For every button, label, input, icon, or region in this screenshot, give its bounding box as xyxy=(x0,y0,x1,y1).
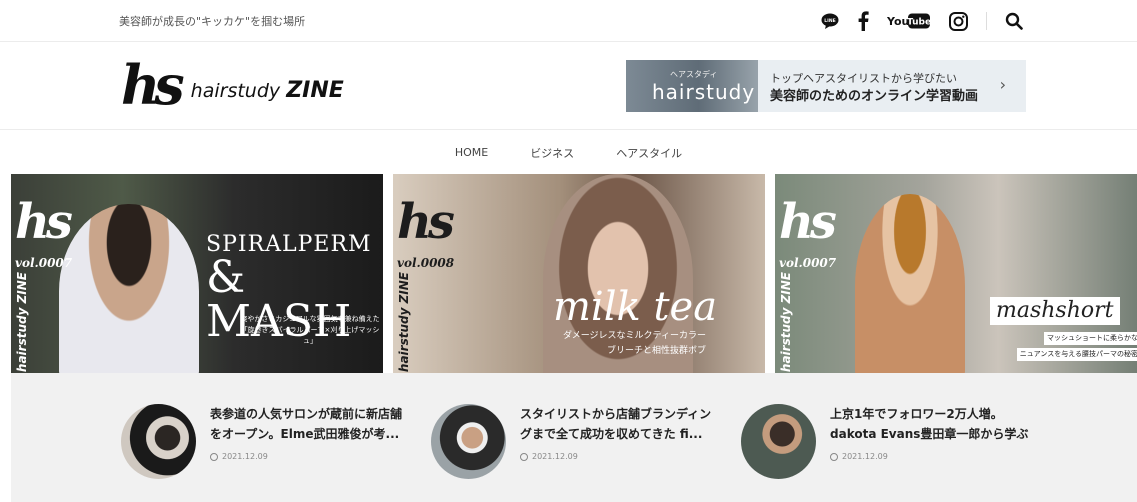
youtube-icon[interactable]: You Tube xyxy=(887,10,931,32)
top-bar: 美容師が成長の"キッカケ"を掴む場所 LINE You Tube xyxy=(0,0,1137,42)
article-title[interactable]: スタイリストから店舗ブランディングまで全て成功を収めてきた fi... xyxy=(520,404,720,444)
slide-caption-line-1: ダメージレスなミルクティーカラー xyxy=(563,331,707,341)
article-date: 2021.12.09 xyxy=(210,452,410,461)
slide-zine-vertical: hairstudy ZINE xyxy=(15,272,29,373)
article-card[interactable]: 上京1年でフォロワー2万人増。dakota Evans豊田章一郎から学ぶ 202… xyxy=(741,404,1031,480)
slide-caption-line-2: 「旋巻きスパイラルパーマ×刈り上げマッシュ」 xyxy=(240,326,380,345)
slide-mashshort[interactable]: hs vol.0007 hairstudy ZINE mashshort マッシ… xyxy=(775,174,1137,373)
hairstudy-ad-banner[interactable]: ヘアスタディ hairstudy トップヘアスタイリストから学びたい 美容師のた… xyxy=(626,60,1026,112)
feature-slider: hs vol.0007 hairstudy ZINE SPIRALPERM & … xyxy=(11,174,1137,373)
banner-image: ヘアスタディ hairstudy xyxy=(626,60,758,112)
slide-caption: マッシュショートに柔らかな ニュアンスを与える腰技パーマの秘密 xyxy=(1016,332,1137,364)
slide-milktea[interactable]: hs vol.0008 hairstudy ZINE milk tea ダメージ… xyxy=(393,174,765,373)
slide-vol: vol.0008 xyxy=(397,256,455,270)
logo-wordmark: hairstudy ZINE xyxy=(191,78,344,103)
article-date: 2021.12.09 xyxy=(520,452,720,461)
article-card[interactable]: スタイリストから店舗ブランディングまで全て成功を収めてきた fi... 2021… xyxy=(431,404,721,480)
recent-articles: 表参道の人気サロンが蔵前に新店舗をオープン。Elme武田雅俊が考... 2021… xyxy=(11,373,1137,502)
slide-title-milktea: milk tea xyxy=(553,284,718,330)
slide-photo-model xyxy=(855,194,965,373)
youtube-tube-text: Tube xyxy=(907,18,931,28)
logo-text-hairstudy: hairstudy xyxy=(190,80,281,102)
slide-caption-line-2: ブリーチと相性抜群ボブ xyxy=(607,346,707,356)
facebook-icon[interactable] xyxy=(857,10,869,32)
site-logo[interactable]: hs hairstudy ZINE xyxy=(121,58,344,112)
social-links: LINE You Tube xyxy=(821,10,1023,32)
slide-spiralperm[interactable]: hs vol.0007 hairstudy ZINE SPIRALPERM & … xyxy=(11,174,383,373)
nav-item-hairstyle[interactable]: ヘアスタイル xyxy=(616,145,682,161)
banner-line-1: トップヘアスタイリストから学びたい xyxy=(770,72,957,85)
article-title[interactable]: 表参道の人気サロンが蔵前に新店舗をオープン。Elme武田雅俊が考... xyxy=(210,404,410,444)
article-date: 2021.12.09 xyxy=(830,452,1030,461)
slide-vol: vol.0007 xyxy=(15,256,73,270)
clock-icon xyxy=(830,452,838,461)
slide-photo-model xyxy=(59,204,199,373)
slide-caption-line-2: ニュアンスを与える腰技パーマの秘密 xyxy=(1016,348,1137,361)
article-title[interactable]: 上京1年でフォロワー2万人増。dakota Evans豊田章一郎から学ぶ xyxy=(830,404,1030,444)
instagram-icon[interactable] xyxy=(949,10,968,32)
nav-item-business[interactable]: ビジネス xyxy=(530,145,574,161)
site-tagline: 美容師が成長の"キッカケ"を掴む場所 xyxy=(119,15,306,28)
logo-mark: hs xyxy=(121,53,185,117)
slide-caption-line-1: 爽やかさとカジュアルな雰囲気を兼ね備えた xyxy=(240,315,380,323)
slide-hs-logo: hs xyxy=(397,194,455,250)
slide-zine-vertical: hairstudy ZINE xyxy=(779,272,793,373)
banner-text: トップヘアスタイリストから学びたい 美容師のためのオンライン学習動画 xyxy=(758,60,978,112)
nav-item-home[interactable]: HOME xyxy=(455,146,488,159)
main-nav: HOME ビジネス ヘアスタイル xyxy=(0,131,1137,174)
article-date-text: 2021.12.09 xyxy=(222,452,268,461)
social-divider xyxy=(986,12,987,30)
line-icon[interactable]: LINE xyxy=(821,10,839,32)
site-header: hs hairstudy ZINE ヘアスタディ hairstudy トップヘア… xyxy=(0,42,1137,130)
clock-icon xyxy=(210,452,218,461)
article-date-text: 2021.12.09 xyxy=(842,452,888,461)
slide-caption-line-1: マッシュショートに柔らかな xyxy=(1044,332,1137,345)
logo-text-zine: ZINE xyxy=(286,78,344,103)
line-icon-label: LINE xyxy=(824,18,835,24)
banner-line-2: 美容師のためのオンライン学習動画 xyxy=(770,89,979,104)
slide-hs-logo: hs xyxy=(15,194,73,250)
slide-caption: 爽やかさとカジュアルな雰囲気を兼ね備えた 「旋巻きスパイラルパーマ×刈り上げマッ… xyxy=(237,314,383,347)
search-icon[interactable] xyxy=(1005,10,1023,32)
banner-image-logo-text: hairstudy xyxy=(652,80,756,104)
article-thumbnail xyxy=(741,404,816,479)
banner-image-small-text: ヘアスタディ xyxy=(670,70,718,79)
article-thumbnail xyxy=(431,404,506,479)
slide-title-mashshort: mashshort xyxy=(990,297,1120,325)
slide-caption: ダメージレスなミルクティーカラー ブリーチと相性抜群ボブ xyxy=(563,329,706,359)
article-date-text: 2021.12.09 xyxy=(532,452,578,461)
article-thumbnail xyxy=(121,404,196,479)
clock-icon xyxy=(520,452,528,461)
slide-vol: vol.0007 xyxy=(779,256,837,270)
slide-zine-vertical: hairstudy ZINE xyxy=(397,272,411,373)
chevron-right-icon: › xyxy=(999,75,1006,94)
slide-hs-logo: hs xyxy=(779,194,837,250)
article-card[interactable]: 表参道の人気サロンが蔵前に新店舗をオープン。Elme武田雅俊が考... 2021… xyxy=(121,404,411,480)
